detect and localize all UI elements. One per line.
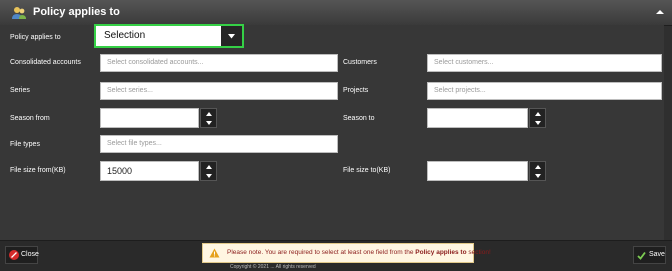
copyright-text: Copyright © 2021 ... All rights reserved bbox=[230, 264, 316, 270]
season-to-input[interactable] bbox=[427, 108, 528, 128]
projects-label: Projects bbox=[343, 87, 369, 94]
policy-applies-to-label: Policy applies to bbox=[10, 34, 61, 41]
caret-down-icon[interactable] bbox=[206, 174, 212, 178]
caret-down-icon[interactable] bbox=[535, 174, 541, 178]
caret-down-icon[interactable] bbox=[206, 121, 212, 125]
caret-down-icon bbox=[228, 34, 235, 39]
file-types-label: File types bbox=[10, 141, 40, 148]
customers-input[interactable]: Select customers... bbox=[427, 54, 662, 72]
page-title: Policy applies to bbox=[33, 6, 120, 18]
close-button[interactable]: Close bbox=[5, 246, 39, 264]
warning-icon bbox=[209, 248, 220, 258]
file-size-to-label: File size to(KB) bbox=[343, 167, 391, 174]
consolidated-accounts-label: Consolidated accounts bbox=[10, 59, 81, 66]
season-from-input[interactable] bbox=[100, 108, 199, 128]
series-input[interactable]: Select series... bbox=[100, 82, 338, 100]
file-size-to-input[interactable] bbox=[427, 161, 528, 181]
file-types-input[interactable]: Select file types... bbox=[100, 135, 338, 153]
save-button[interactable]: Save bbox=[633, 246, 666, 264]
close-label: Close bbox=[21, 251, 39, 258]
close-icon bbox=[9, 250, 19, 260]
season-to-stepper[interactable] bbox=[529, 108, 546, 128]
caret-up-icon[interactable] bbox=[535, 112, 541, 116]
policy-applies-to-select[interactable]: Selection bbox=[94, 24, 244, 48]
checkmark-icon bbox=[637, 251, 646, 260]
dropdown-button[interactable] bbox=[221, 26, 242, 46]
series-label: Series bbox=[10, 87, 30, 94]
save-label: Save bbox=[649, 251, 665, 258]
panel-header: Policy applies to bbox=[0, 0, 672, 26]
caret-up-icon[interactable] bbox=[206, 112, 212, 116]
season-to-label: Season to bbox=[343, 115, 375, 122]
caret-up-icon[interactable] bbox=[206, 165, 212, 169]
notice-bold-text: Policy applies to bbox=[415, 249, 467, 256]
customers-label: Customers bbox=[343, 59, 377, 66]
season-from-label: Season from bbox=[10, 115, 50, 122]
projects-input[interactable]: Select projects... bbox=[427, 82, 662, 100]
season-from-stepper[interactable] bbox=[200, 108, 217, 128]
caret-up-icon[interactable] bbox=[535, 165, 541, 169]
caret-down-icon[interactable] bbox=[535, 121, 541, 125]
users-icon bbox=[12, 7, 26, 19]
chevron-up-icon[interactable] bbox=[655, 8, 665, 16]
notice-text: Please note. You are required to select … bbox=[227, 249, 491, 256]
policy-applies-to-value: Selection bbox=[104, 30, 146, 41]
consolidated-accounts-input[interactable]: Select consolidated accounts... bbox=[100, 54, 338, 72]
file-size-from-label: File size from(KB) bbox=[10, 167, 66, 174]
validation-notice: Please note. You are required to select … bbox=[202, 243, 491, 263]
file-size-from-input[interactable]: 15000 bbox=[100, 161, 199, 181]
file-size-from-stepper[interactable] bbox=[200, 161, 217, 181]
file-size-to-stepper[interactable] bbox=[529, 161, 546, 181]
